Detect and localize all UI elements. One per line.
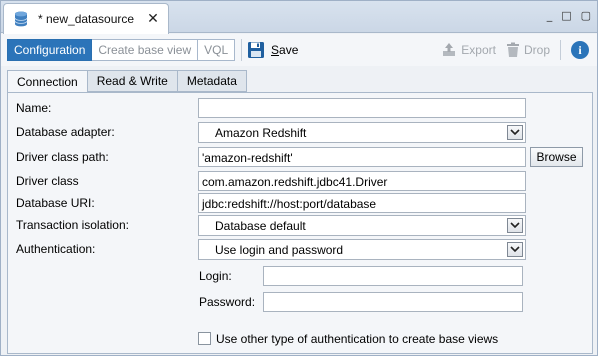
toolbar-divider-right <box>560 40 561 60</box>
trash-icon <box>506 42 519 57</box>
transaction-isolation-select[interactable]: Database default <box>198 215 526 236</box>
name-input[interactable] <box>198 98 526 118</box>
driver-class-path-input[interactable]: 'amazon-redshift' <box>198 147 526 167</box>
connection-panel: Name: Database adapter: Amazon Redshift … <box>7 92 593 354</box>
view-create-base-view-button[interactable]: Create base view <box>92 39 199 61</box>
driver-class-row: Driver class com.amazon.redshift.jdbc41.… <box>8 171 592 191</box>
editor-tab-new-datasource[interactable]: * new_datasource ✕ <box>3 3 169 34</box>
password-label: Password: <box>199 295 256 309</box>
transaction-isolation-label: Transaction isolation: <box>16 218 129 232</box>
export-button[interactable]: Export <box>441 42 496 58</box>
database-uri-row: Database URI: jdbc:redshift://host:port/… <box>8 193 592 213</box>
editor-tab-title: * new_datasource <box>38 12 135 26</box>
close-icon[interactable]: ✕ <box>144 11 162 27</box>
chevron-down-icon[interactable] <box>507 242 523 257</box>
tab-read-write[interactable]: Read & Write <box>86 70 178 92</box>
export-icon <box>443 43 456 56</box>
driver-class-path-label: Driver class path: <box>16 150 109 164</box>
password-input[interactable] <box>263 292 523 312</box>
driver-class-label: Driver class <box>16 174 79 188</box>
transaction-isolation-row: Transaction isolation: Database default <box>8 215 592 236</box>
tab-metadata[interactable]: Metadata <box>176 70 247 92</box>
drop-button[interactable]: Drop <box>506 42 550 58</box>
authentication-value: Use login and password <box>215 243 344 257</box>
save-label: Save <box>271 43 299 57</box>
restore-icon[interactable]: □ <box>561 9 571 22</box>
authentication-row: Authentication: Use login and password <box>8 239 592 260</box>
toolbar-divider <box>241 39 242 61</box>
other-auth-label: Use other type of authentication to crea… <box>216 332 499 346</box>
browse-button[interactable]: Browse <box>530 147 583 167</box>
driver-class-input[interactable]: com.amazon.redshift.jdbc41.Driver <box>198 171 526 191</box>
save-button[interactable]: Save <box>247 39 298 61</box>
database-adapter-row: Database adapter: Amazon Redshift <box>8 122 592 143</box>
database-uri-input[interactable]: jdbc:redshift://host:port/database <box>198 193 526 213</box>
minimize-icon[interactable]: _ <box>547 9 553 22</box>
view-switch: Configuration Create base view VQL <box>7 39 236 61</box>
database-icon <box>12 10 30 28</box>
editor-tab-bar: * new_datasource ✕ _ □ ▢ <box>1 1 597 34</box>
transaction-isolation-value: Database default <box>215 219 306 233</box>
drop-label: Drop <box>523 43 550 57</box>
authentication-select[interactable]: Use login and password <box>198 239 526 260</box>
driver-class-path-row: Driver class path: 'amazon-redshift' Bro… <box>8 147 592 167</box>
inner-tabs: Connection Read & Write Metadata <box>7 70 247 93</box>
database-adapter-select[interactable]: Amazon Redshift <box>198 122 526 143</box>
name-row: Name: <box>8 98 592 118</box>
view-configuration-button[interactable]: Configuration <box>7 39 93 61</box>
toolbar: Configuration Create base view VQL Save … <box>1 34 597 66</box>
maximize-icon[interactable]: ▢ <box>581 9 591 22</box>
other-auth-checkbox[interactable] <box>198 332 211 345</box>
login-input[interactable] <box>263 266 523 286</box>
chevron-down-icon[interactable] <box>507 218 523 233</box>
floppy-disk-icon <box>248 42 264 58</box>
authentication-label: Authentication: <box>16 242 96 256</box>
tab-connection[interactable]: Connection <box>7 70 88 93</box>
login-label: Login: <box>199 269 232 283</box>
export-label: Export <box>461 43 496 57</box>
window-controls: _ □ ▢ <box>547 9 591 22</box>
editor-window: * new_datasource ✕ _ □ ▢ Configuration C… <box>0 0 598 356</box>
chevron-down-icon[interactable] <box>507 125 523 140</box>
view-vql-button[interactable]: VQL <box>198 39 236 61</box>
database-adapter-value: Amazon Redshift <box>215 126 307 140</box>
database-uri-label: Database URI: <box>16 196 95 210</box>
name-label: Name: <box>16 101 52 115</box>
database-adapter-label: Database adapter: <box>16 125 115 139</box>
toolbar-right: Export Drop i <box>431 39 589 61</box>
info-icon[interactable]: i <box>571 41 589 59</box>
